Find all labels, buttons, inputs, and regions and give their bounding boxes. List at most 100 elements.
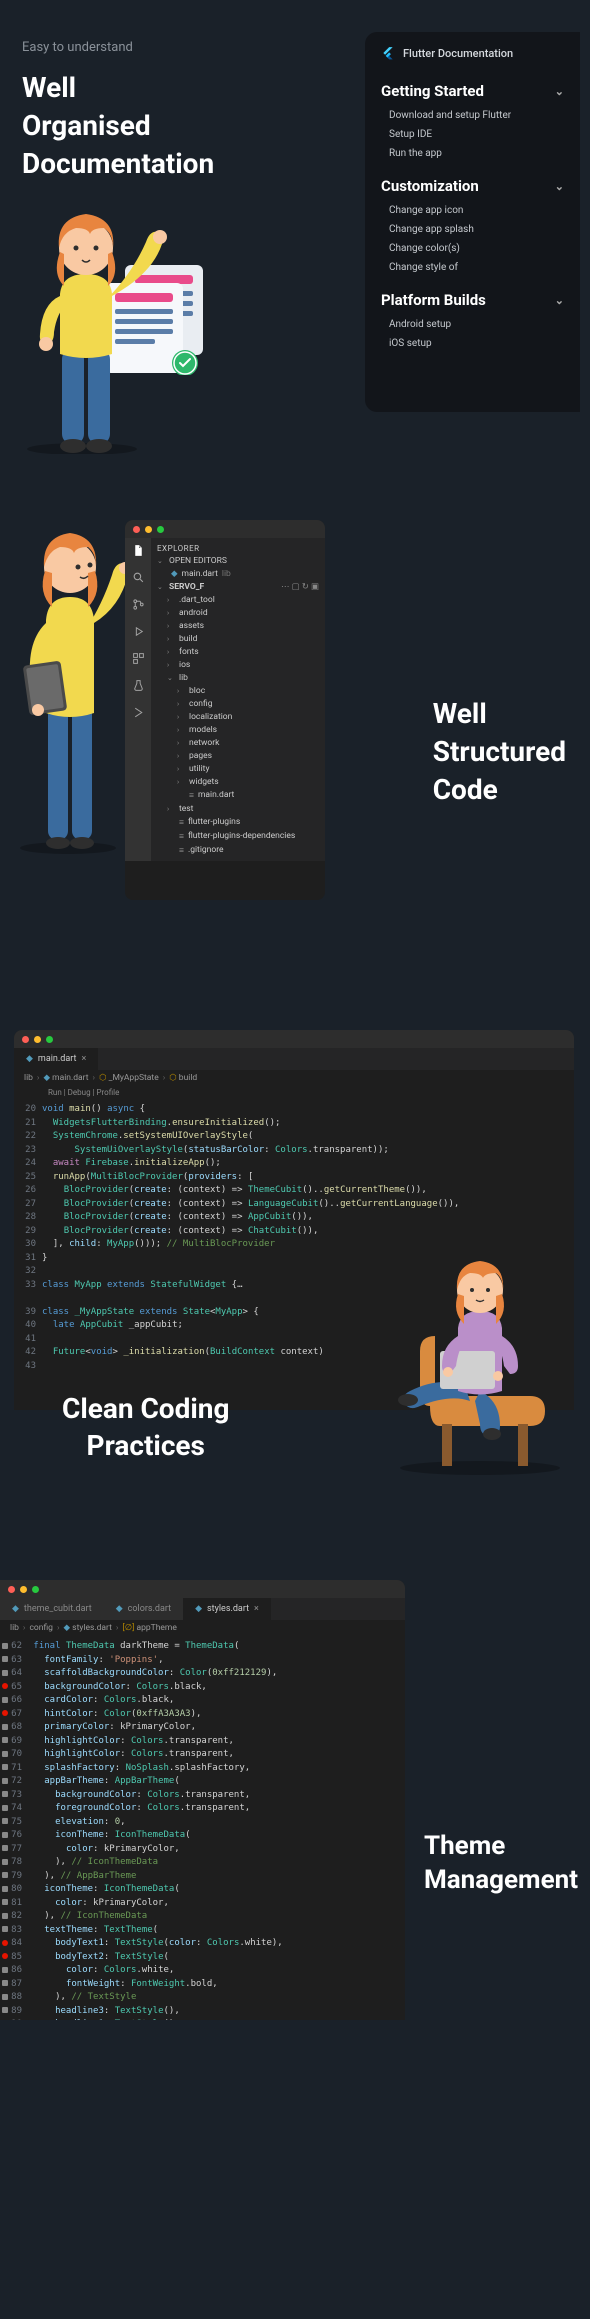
open-editors-header[interactable]: ⌄OPEN EDITORS: [157, 554, 319, 567]
breadcrumb: lib›◆ main.dart›⬡ _MyAppState›⬡ build: [14, 1070, 574, 1086]
maximize-dot-icon[interactable]: [32, 1586, 39, 1593]
folder-item[interactable]: ›ios: [157, 658, 319, 671]
file-item[interactable]: ≡flutter-plugins-dependencies: [157, 829, 319, 843]
doc-item[interactable]: Change color(s): [389, 243, 564, 254]
hero-line: Well: [22, 71, 76, 104]
doc-item[interactable]: Change app splash: [389, 224, 564, 235]
folder-item[interactable]: ›network: [157, 736, 319, 749]
chevron-down-icon: ⌄: [555, 85, 564, 98]
folder-item[interactable]: ›widgets: [157, 775, 319, 788]
folder-item[interactable]: ›build: [157, 632, 319, 645]
tab-label: main.dart: [38, 1054, 77, 1064]
title-line: Theme: [424, 1831, 505, 1861]
close-dot-icon[interactable]: [133, 526, 140, 533]
folder-item[interactable]: ›fonts: [157, 645, 319, 658]
flutter-logo-icon: [381, 46, 395, 60]
clean-coding-section: ◆main.dart× lib›◆ main.dart›⬡ _MyAppStat…: [0, 970, 590, 1520]
title-line: Well: [433, 697, 487, 730]
editor-tab[interactable]: ◆styles.dart×: [183, 1598, 271, 1620]
code-content: final ThemeData darkTheme = ThemeData( f…: [28, 1636, 405, 2020]
run-debug-bar[interactable]: Run | Debug | Profile: [14, 1086, 574, 1099]
line-gutter: 6263646566676869707172737475767778798081…: [0, 1636, 28, 2020]
code-editor[interactable]: 6263646566676869707172737475767778798081…: [0, 1636, 405, 2020]
open-file[interactable]: ◆main.dart lib: [157, 567, 319, 580]
debug-icon[interactable]: [132, 625, 145, 638]
folder-item[interactable]: ›.dart_tool: [157, 593, 319, 606]
open-file-path: lib: [222, 569, 231, 579]
folder-item[interactable]: ›config: [157, 697, 319, 710]
chevron-down-icon: ⌄: [555, 294, 564, 307]
doc-item[interactable]: Android setup: [389, 319, 564, 330]
minimize-dot-icon[interactable]: [20, 1586, 27, 1593]
explorer-panel: EXPLORER ⌄OPEN EDITORS ◆main.dart lib ⌄S…: [151, 538, 325, 861]
maximize-dot-icon[interactable]: [157, 526, 164, 533]
theme-management-section: ◆theme_cubit.dart◆colors.dart◆styles.dar…: [0, 1520, 590, 2040]
search-icon[interactable]: [132, 571, 145, 584]
folder-item[interactable]: ›test: [157, 802, 319, 815]
folder-item[interactable]: ›assets: [157, 619, 319, 632]
open-editors-label: OPEN EDITORS: [169, 556, 227, 566]
doc-item[interactable]: iOS setup: [389, 338, 564, 349]
tab-bar: ◆main.dart×: [14, 1048, 574, 1070]
clean-coding-title: Clean Coding Practices: [62, 1391, 229, 1464]
editor-tab[interactable]: ◆main.dart×: [14, 1048, 98, 1070]
folder-item[interactable]: ›models: [157, 723, 319, 736]
folder-item[interactable]: ›localization: [157, 710, 319, 723]
source-control-icon[interactable]: [132, 598, 145, 611]
title-line: Practices: [87, 1429, 205, 1462]
breadcrumb: lib›config›◆ styles.dart›[∅] appTheme: [0, 1620, 405, 1636]
vscode-editor-styles: ◆theme_cubit.dart◆colors.dart◆styles.dar…: [0, 1580, 405, 2020]
doc-group: Platform Builds⌄ Android setup iOS setup: [381, 291, 564, 349]
character-laptop-chair-illustration: [370, 1256, 580, 1476]
doc-group-title[interactable]: Getting Started⌄: [381, 82, 564, 100]
character-tablet-illustration: [8, 515, 138, 855]
character-pointing-illustration: [12, 204, 207, 454]
doc-panel-header: Flutter Documentation: [381, 46, 564, 60]
title-line: Structured: [433, 735, 566, 768]
tab-bar: ◆theme_cubit.dart◆colors.dart◆styles.dar…: [0, 1598, 405, 1620]
doc-group-title[interactable]: Platform Builds⌄: [381, 291, 564, 309]
doc-item[interactable]: Change app icon: [389, 205, 564, 216]
minimize-dot-icon[interactable]: [34, 1036, 41, 1043]
folder-item[interactable]: ⌄lib: [157, 671, 319, 684]
flutter-icon[interactable]: [132, 706, 145, 719]
doc-item[interactable]: Run the app: [389, 148, 564, 159]
documentation-panel: Flutter Documentation Getting Started⌄ Do…: [365, 32, 580, 412]
folder-item[interactable]: ›android: [157, 606, 319, 619]
close-dot-icon[interactable]: [8, 1586, 15, 1593]
window-titlebar: [14, 1030, 574, 1048]
close-icon[interactable]: ×: [81, 1054, 86, 1064]
file-item[interactable]: ≡.gitignore: [157, 843, 319, 857]
minimize-dot-icon[interactable]: [145, 526, 152, 533]
open-file-name: main.dart: [182, 569, 218, 579]
close-icon[interactable]: ×: [254, 1604, 259, 1614]
doc-group-title[interactable]: Customization⌄: [381, 177, 564, 195]
documentation-section: Easy to understand Well Organised Docume…: [0, 0, 590, 480]
hero-line: Organised: [22, 109, 151, 142]
theme-management-title: Theme Management: [424, 1830, 578, 1898]
maximize-dot-icon[interactable]: [46, 1036, 53, 1043]
project-header[interactable]: ⌄SERVO_F⋯ ▢ ↻ ▣: [157, 580, 319, 593]
editor-tab[interactable]: ◆theme_cubit.dart: [0, 1598, 104, 1620]
doc-group: Getting Started⌄ Download and setup Flutt…: [381, 82, 564, 159]
activity-bar: [125, 538, 151, 861]
extensions-icon[interactable]: [132, 652, 145, 665]
file-item[interactable]: ≡flutter-plugins: [157, 815, 319, 829]
doc-item[interactable]: Download and setup Flutter: [389, 110, 564, 121]
title-line: Code: [433, 773, 498, 806]
doc-item[interactable]: Change style of: [389, 262, 564, 273]
folder-item[interactable]: ›pages: [157, 749, 319, 762]
test-icon[interactable]: [132, 679, 145, 692]
editor-tab[interactable]: ◆colors.dart: [104, 1598, 183, 1620]
folder-item[interactable]: ›bloc: [157, 684, 319, 697]
explorer-header: EXPLORER: [157, 542, 319, 554]
folder-item[interactable]: ›utility: [157, 762, 319, 775]
files-icon[interactable]: [132, 544, 145, 557]
line-gutter: 20212223242526272829303132333940414243: [14, 1099, 42, 1377]
doc-item[interactable]: Setup IDE: [389, 129, 564, 140]
vscode-explorer-window: EXPLORER ⌄OPEN EDITORS ◆main.dart lib ⌄S…: [125, 520, 325, 900]
title-line: Management: [424, 1865, 578, 1895]
project-name: SERVO_F: [169, 582, 204, 592]
close-dot-icon[interactable]: [22, 1036, 29, 1043]
file-item[interactable]: ≡main.dart: [157, 788, 319, 802]
